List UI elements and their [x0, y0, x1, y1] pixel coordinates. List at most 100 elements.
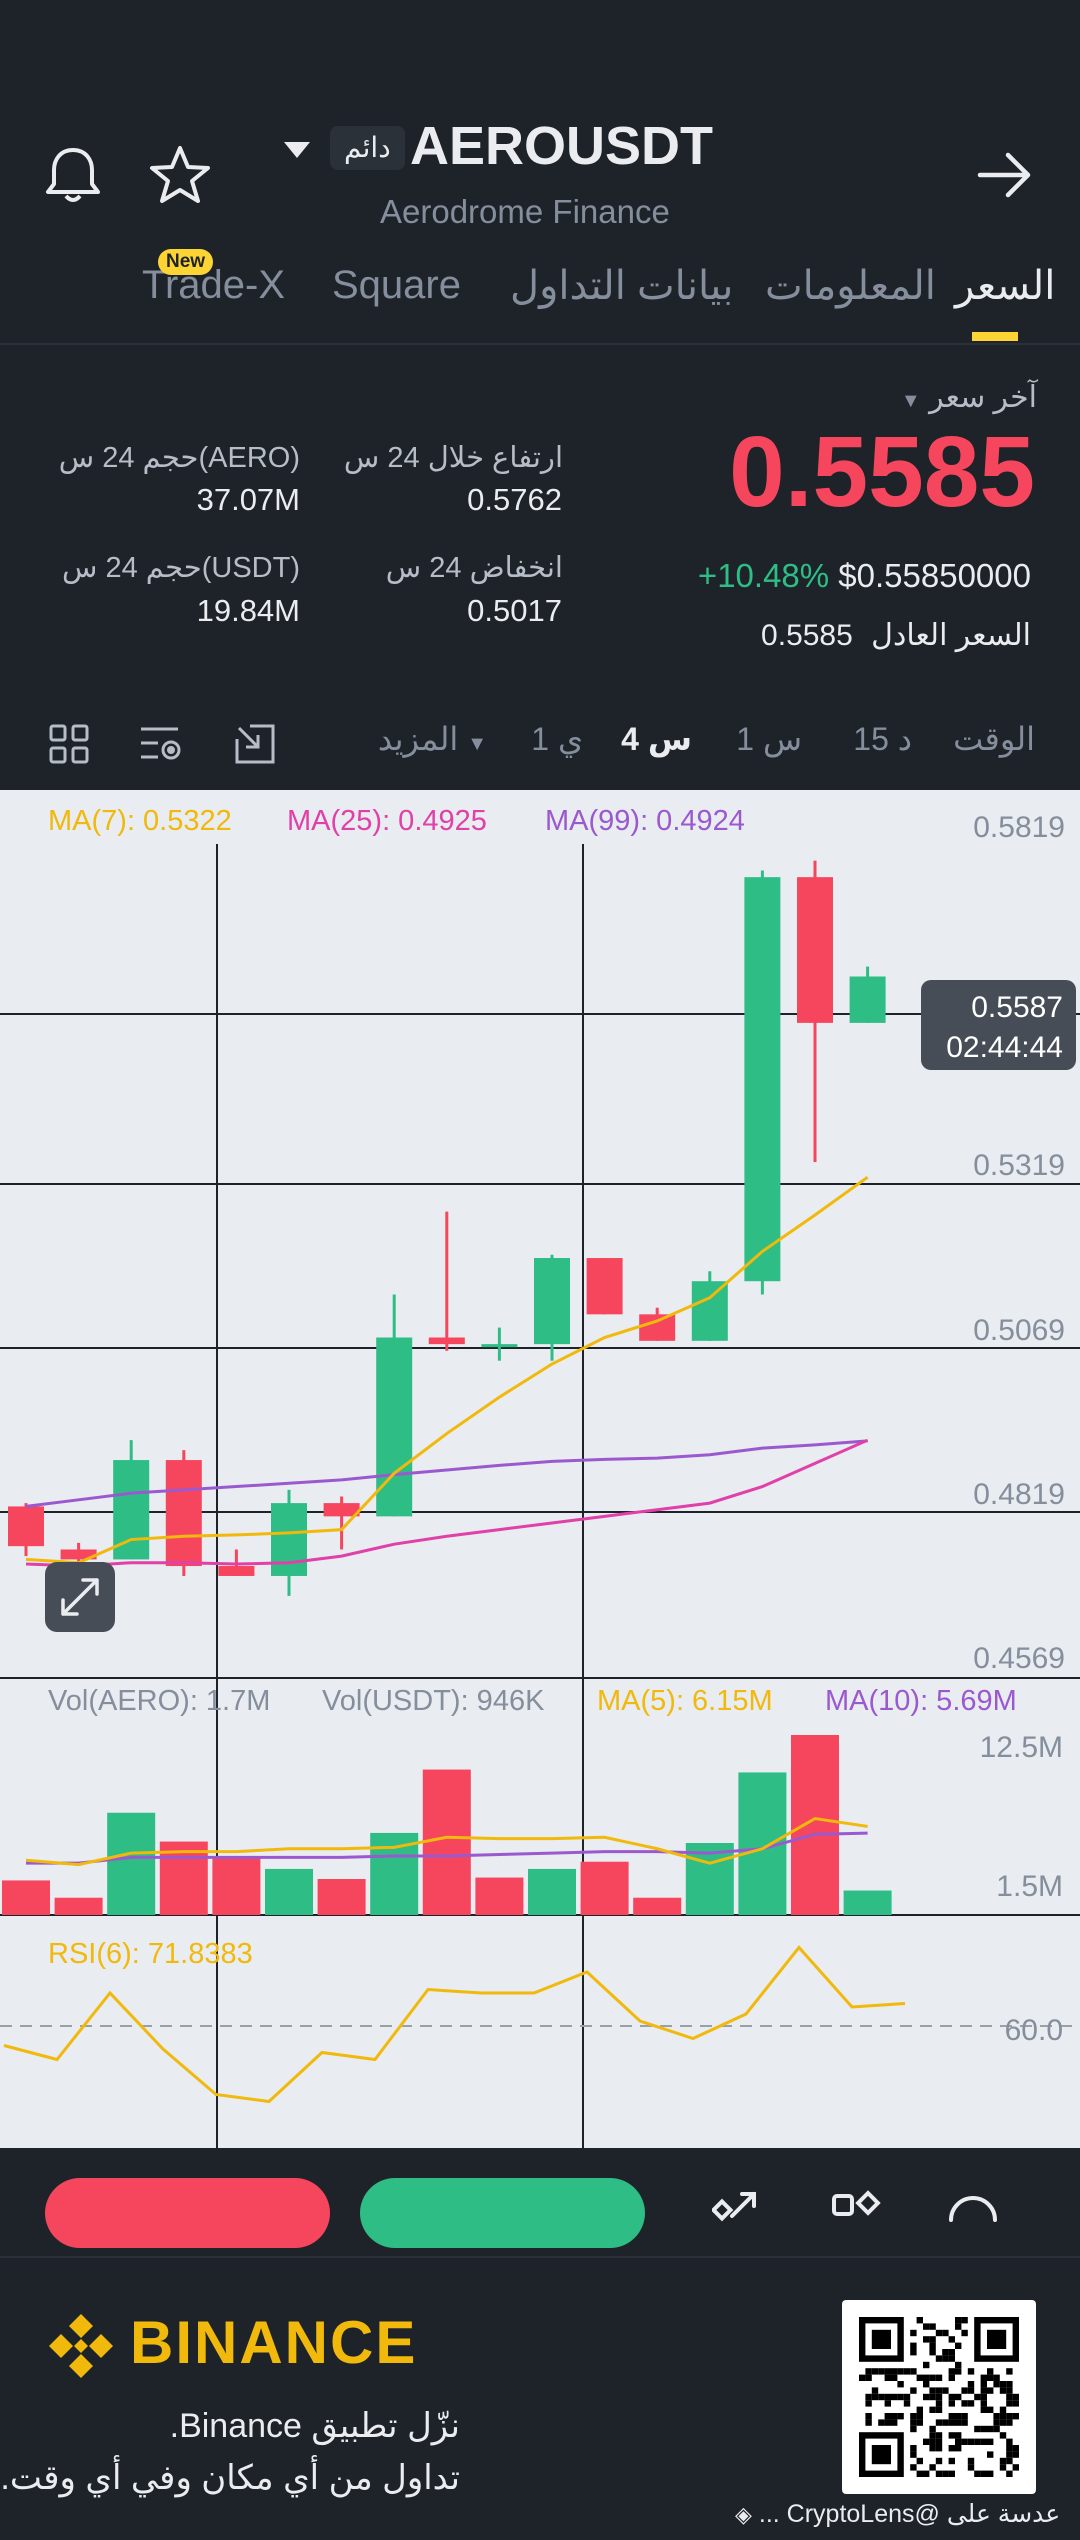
vma5-label: MA(5): 6.15M [597, 1685, 773, 1717]
last-price-label[interactable]: ▼ آخر سعر [901, 380, 1037, 415]
qr-module [865, 2419, 872, 2426]
qr-module [1006, 2413, 1013, 2420]
qr-module [961, 2329, 968, 2337]
volume-quote-value: 19.84M [196, 593, 300, 628]
qr-module [910, 2445, 917, 2452]
low-24h-value: 0.5017 [467, 593, 562, 628]
symbol-title[interactable]: AEROUSDT [410, 115, 713, 177]
high-24h-label: ارتفاع خلال 24 س [343, 442, 563, 474]
star-icon[interactable] [145, 140, 215, 210]
fullscreen-button[interactable] [45, 1562, 115, 1632]
qr-module [929, 2349, 936, 2356]
qr-module [935, 2457, 943, 2465]
bell-icon[interactable] [38, 140, 108, 210]
qr-module [884, 2368, 891, 2375]
qr-module [910, 2349, 917, 2356]
candlestick-chart[interactable]: MA(7): 0.5322 MA(25): 0.4925 MA(99): 0.4… [0, 790, 1080, 2148]
qr-module [923, 2336, 930, 2343]
layout-grid-icon[interactable] [48, 723, 90, 765]
qr-module [955, 2361, 962, 2369]
gauge-icon[interactable] [945, 2184, 1001, 2228]
qr-module [993, 2374, 1000, 2381]
qr-module [948, 2470, 955, 2477]
qr-module [929, 2323, 936, 2330]
qr-module [916, 2317, 923, 2324]
compare-icon[interactable] [830, 2184, 882, 2228]
volume-bar [2, 1880, 50, 1915]
active-tab-indicator [972, 332, 1018, 341]
qr-module [993, 2381, 1000, 2388]
timeframe-more[interactable]: المزيد ▼ [378, 720, 487, 758]
qr-module [891, 2368, 898, 2375]
sell-button[interactable] [45, 2178, 330, 2248]
qr-module [929, 2393, 936, 2401]
qr-module [993, 2419, 1000, 2426]
qr-module [948, 2400, 955, 2407]
qr-module [980, 2387, 987, 2394]
section-tabs: السعر المعلومات بيانات التداول Square Tr… [0, 249, 1080, 345]
qr-module [1006, 2393, 1013, 2401]
qr-module [935, 2329, 943, 2337]
qr-module [910, 2387, 917, 2394]
qr-module [948, 2349, 955, 2356]
qr-module [948, 2336, 955, 2343]
fair-price-label: السعر العادل [871, 619, 1031, 652]
chart-tools-icon[interactable] [234, 723, 276, 765]
qr-module [948, 2419, 955, 2426]
timeframe-1h[interactable]: 1 س [736, 720, 802, 758]
timeframe-15m[interactable]: 15 د [853, 720, 912, 758]
tab-price[interactable]: السعر [955, 263, 1055, 309]
last-price-label-text: آخر سعر [929, 381, 1037, 414]
indicator-settings-icon[interactable] [138, 723, 184, 765]
qr-module [916, 2374, 923, 2381]
chart-canvas[interactable]: MA(7): 0.5322 MA(25): 0.4925 MA(99): 0.4… [0, 790, 1080, 2148]
candle-body [744, 877, 781, 1282]
qr-module [948, 2457, 955, 2465]
qr-module [910, 2419, 917, 2426]
buy-button[interactable] [360, 2178, 645, 2248]
qr-module [987, 2438, 994, 2445]
qr-module [948, 2413, 955, 2420]
qr-module [999, 2464, 1007, 2471]
candle-body [271, 1503, 307, 1576]
qr-module [871, 2368, 879, 2375]
dropdown-caret-icon[interactable] [282, 138, 312, 162]
volume-tick: 1.5M [996, 1870, 1063, 1903]
tab-info[interactable]: المعلومات [765, 263, 936, 309]
qr-module [967, 2368, 975, 2375]
qr-module [987, 2451, 994, 2458]
tab-square[interactable]: Square [332, 263, 461, 308]
qr-module [1006, 2445, 1013, 2452]
qr-module [974, 2470, 981, 2477]
qr-module [974, 2438, 981, 2445]
share-icon[interactable] [712, 2184, 762, 2228]
qr-module [974, 2425, 981, 2433]
tab-trading-data[interactable]: بيانات التداول [510, 263, 733, 309]
qr-module [859, 2374, 866, 2381]
qr-module [1012, 2413, 1019, 2420]
last-price: 0.5585 [729, 416, 1035, 528]
qr-module [935, 2387, 943, 2394]
qr-module [948, 2393, 955, 2401]
qr-module [935, 2438, 943, 2445]
qr-module [871, 2387, 879, 2394]
qr-module [980, 2425, 987, 2433]
qr-module [993, 2413, 1000, 2420]
qr-module [955, 2368, 962, 2375]
qr-module [923, 2393, 930, 2401]
qr-module [987, 2470, 994, 2477]
candle-body [218, 1566, 255, 1576]
qr-module [1006, 2368, 1013, 2375]
watermark-icon: ◈ [735, 2502, 752, 2527]
qr-module [935, 2400, 943, 2407]
candle-body [586, 1258, 623, 1315]
arrow-right-icon[interactable] [970, 140, 1040, 210]
qr-module [929, 2387, 936, 2394]
qr-module [916, 2406, 923, 2413]
price-stats: ▼ آخر سعر 0.5585 +10.48% $0.55850000 0.5… [0, 345, 1080, 695]
qr-finder [987, 2329, 1007, 2349]
timeframe-1d[interactable]: 1 ي [531, 720, 583, 758]
qr-module [955, 2323, 962, 2330]
timeframe-4h[interactable]: 4 س [621, 720, 692, 758]
qr-module [1012, 2464, 1019, 2471]
